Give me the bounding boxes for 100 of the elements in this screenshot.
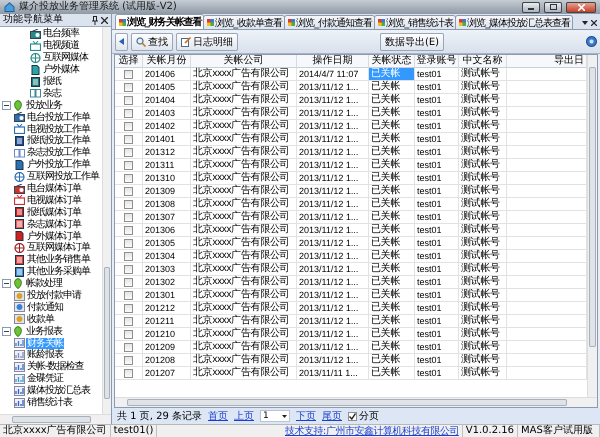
tree-item[interactable]: 户外投放工作单 [26,159,91,170]
checkbox[interactable] [124,226,133,234]
checkbox[interactable] [124,96,133,104]
log-details-button[interactable]: 日志明细 [176,32,238,50]
table-cell[interactable]: 已关帐 [369,276,415,289]
checkbox[interactable] [124,148,133,156]
tree-group[interactable]: 帐款处理 [25,278,63,290]
tab[interactable]: 浏览_媒体投放汇总表查看 [455,15,574,29]
tree-item[interactable]: 投放付款申请 [26,290,82,302]
column-header[interactable]: 操作日期 [297,55,369,68]
tree-item[interactable]: 账龄报表 [26,349,64,360]
page-select[interactable]: 1 [260,410,290,422]
checkbox[interactable] [124,290,133,300]
checkbox[interactable] [124,134,133,144]
tree-item[interactable]: 杂志 [42,88,62,99]
checkbox[interactable] [124,212,133,222]
close-icon[interactable] [101,16,108,24]
close-button[interactable] [566,2,596,12]
table-cell[interactable]: 已关帐 [369,120,415,133]
collapse-icon[interactable] [2,279,11,288]
tree-item[interactable]: 杂志投放工作单 [26,147,91,158]
collapse-icon[interactable] [2,326,11,336]
checkbox[interactable] [124,160,133,170]
horizontal-scrollbar[interactable] [0,414,111,424]
last-page-link[interactable]: 尾页 [322,409,342,423]
tree-group[interactable]: 投放业务 [25,100,63,111]
table-cell[interactable]: 已关帐 [369,237,415,250]
checkbox[interactable] [124,200,133,208]
tree-item[interactable]: 互联网媒体 [42,52,89,64]
table-cell[interactable]: 已关帐 [369,341,415,354]
tree-item[interactable]: 杂志媒体订单 [26,218,82,230]
horizontal-scrollbar[interactable] [115,397,597,407]
tab[interactable]: 浏览_财务关帐查看 [115,14,204,29]
table-cell[interactable]: 已关帐 [369,250,415,263]
previous-page-link[interactable]: 上页 [234,409,254,423]
table-cell[interactable]: 已关帐 [369,354,415,367]
table-cell[interactable]: 已关帐 [369,367,415,380]
search-button[interactable]: 查找 [131,32,173,50]
tree-item[interactable]: 电台投放工作单 [26,112,91,123]
column-header[interactable]: 登录账号 [415,55,459,68]
table-cell[interactable]: 已关帐 [369,328,415,341]
checkbox[interactable] [348,412,357,420]
checkbox[interactable] [124,82,133,92]
table-cell[interactable]: 已关帐 [369,107,415,120]
tree-item[interactable]: 电视投放工作单 [26,124,91,135]
table-cell[interactable]: 已关帐 [369,224,415,237]
tree-group[interactable]: 业务报表 [25,326,63,337]
tree-item[interactable]: 收款单 [26,314,55,325]
checkbox[interactable] [124,238,133,248]
tree-item[interactable]: 报纸媒体订单 [26,206,82,218]
checkbox[interactable] [124,330,133,338]
pin-icon[interactable] [92,16,98,24]
table-cell[interactable]: 已关帐 [369,211,415,224]
table-cell[interactable]: 已关帐 [369,263,415,276]
tab[interactable]: 浏览_销售统计表 [374,15,456,29]
vertical-scrollbar[interactable] [102,27,111,414]
maximize-button[interactable] [544,2,562,12]
checkbox[interactable] [124,70,133,78]
tree-item[interactable]: 户外媒体 [42,64,80,76]
tree-item[interactable]: 电视频道 [42,40,80,52]
close-icon[interactable] [591,20,597,26]
table-cell[interactable]: 已关帐 [369,94,415,107]
tree-item[interactable]: 付款通知 [26,302,64,313]
tree-item[interactable]: 电台媒体订单 [26,183,82,194]
table-cell[interactable]: 已关帐 [369,302,415,315]
checkbox-label[interactable]: 分页 [358,409,379,423]
tree-item[interactable]: 销售统计表 [26,397,73,408]
tree-item[interactable]: 电视媒体订单 [26,194,82,206]
collapse-icon[interactable] [2,100,11,110]
tree-item[interactable]: 其他业务采购单 [26,266,91,278]
checkbox[interactable] [124,186,133,196]
back-button[interactable] [115,32,128,50]
vertical-scrollbar[interactable] [587,55,597,397]
table-cell[interactable]: 已关帐 [369,172,415,185]
help-icon[interactable] [586,36,597,47]
minimize-button[interactable] [522,2,540,12]
first-page-link[interactable]: 首页 [208,409,228,423]
column-header[interactable]: 导出日 [507,55,587,68]
table-cell[interactable]: 已关帐 [369,185,415,198]
checkbox[interactable] [124,316,133,326]
export-button[interactable]: 数据导出(E) [380,32,444,50]
tab[interactable]: 浏览_收款单查看 [203,15,286,29]
table-cell[interactable]: 已关帐 [369,159,415,172]
tree-item[interactable]: 关帐-数据检查 [26,361,85,372]
checkbox[interactable] [124,174,133,182]
checkbox[interactable] [124,304,133,312]
tree-item[interactable]: 金碟凭证 [26,373,64,384]
checkbox[interactable] [124,356,133,364]
table-cell[interactable]: 已关帐 [369,146,415,159]
dropdown-icon[interactable] [582,21,588,25]
tree-item[interactable]: 电台频率 [42,28,80,40]
tree-item[interactable]: 报纸投放工作单 [26,135,91,146]
table-cell[interactable]: 已关帐 [369,289,415,302]
checkbox[interactable] [124,368,133,378]
checkbox[interactable] [124,278,133,286]
checkbox[interactable] [124,252,133,260]
table-cell[interactable]: 已关帐 [369,81,415,94]
checkbox[interactable] [124,342,133,352]
checkbox[interactable] [124,122,133,130]
tree-item[interactable]: 互联网媒体订单 [26,242,91,254]
